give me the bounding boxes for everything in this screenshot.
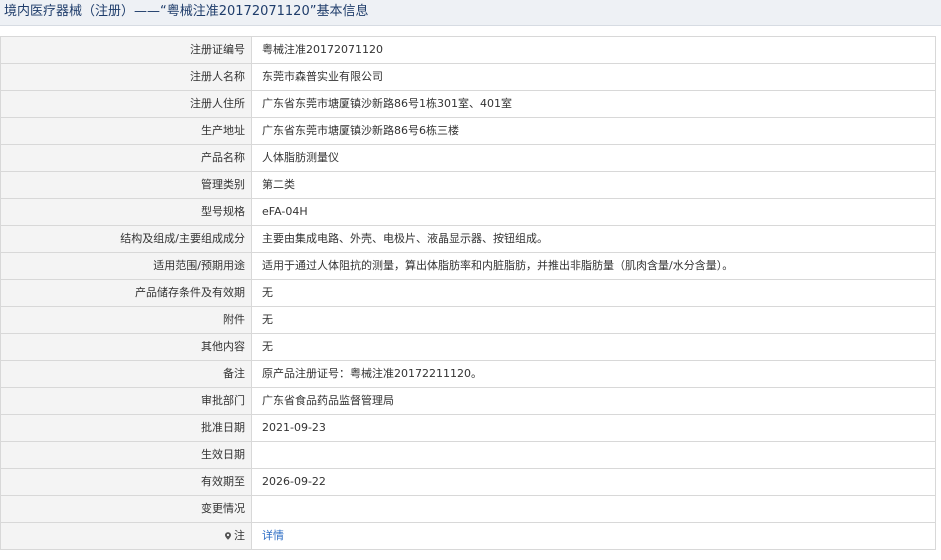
details-link[interactable]: 详情 bbox=[262, 529, 284, 542]
row-value-management-category: 第二类 bbox=[251, 171, 936, 199]
row-label-registration-number: 注册证编号 bbox=[0, 36, 252, 64]
row-label-approval-department: 审批部门 bbox=[0, 387, 252, 415]
page-title: 境内医疗器械（注册）——“粤械注准20172071120”基本信息 bbox=[0, 0, 941, 26]
row-value-product-name: 人体脂肪测量仪 bbox=[251, 144, 936, 172]
table-row: 注册人名称 东莞市森普实业有限公司 bbox=[0, 63, 936, 91]
row-value-storage-validity: 无 bbox=[251, 279, 936, 307]
table-row: 生产地址 广东省东莞市塘厦镇沙新路86号6栋三楼 bbox=[0, 117, 936, 145]
row-label-registrant-name: 注册人名称 bbox=[0, 63, 252, 91]
row-value-intended-use: 适用于通过人体阻抗的测量，算出体脂肪率和内脏脂肪，并推出非脂肪量（肌肉含量/水分… bbox=[251, 252, 936, 280]
table-row: 变更情况 bbox=[0, 495, 936, 523]
row-value-note: 详情 bbox=[251, 522, 936, 550]
table-row-note: 注 详情 bbox=[0, 522, 936, 550]
table-row: 审批部门 广东省食品药品监督管理局 bbox=[0, 387, 936, 415]
row-value-registration-number: 粤械注准20172071120 bbox=[251, 36, 936, 64]
row-label-intended-use: 适用范围/预期用途 bbox=[0, 252, 252, 280]
info-table-container: 注册证编号 粤械注准20172071120 注册人名称 东莞市森普实业有限公司 … bbox=[0, 36, 941, 552]
table-row: 生效日期 bbox=[0, 441, 936, 469]
location-pin-icon bbox=[224, 532, 232, 540]
row-value-effective-date bbox=[251, 441, 936, 469]
row-value-attachments: 无 bbox=[251, 306, 936, 334]
note-label-text: 注 bbox=[234, 529, 245, 542]
row-label-storage-validity: 产品储存条件及有效期 bbox=[0, 279, 252, 307]
row-value-production-address: 广东省东莞市塘厦镇沙新路86号6栋三楼 bbox=[251, 117, 936, 145]
row-label-attachments: 附件 bbox=[0, 306, 252, 334]
row-value-approval-date: 2021-09-23 bbox=[251, 414, 936, 442]
row-value-other-content: 无 bbox=[251, 333, 936, 361]
table-row: 批准日期 2021-09-23 bbox=[0, 414, 936, 442]
table-row: 结构及组成/主要组成成分 主要由集成电路、外壳、电极片、液晶显示器、按钮组成。 bbox=[0, 225, 936, 253]
table-row: 附件 无 bbox=[0, 306, 936, 334]
row-value-approval-department: 广东省食品药品监督管理局 bbox=[251, 387, 936, 415]
row-label-management-category: 管理类别 bbox=[0, 171, 252, 199]
row-label-change-status: 变更情况 bbox=[0, 495, 252, 523]
row-label-production-address: 生产地址 bbox=[0, 117, 252, 145]
table-row: 有效期至 2026-09-22 bbox=[0, 468, 936, 496]
row-value-model-spec: eFA-04H bbox=[251, 198, 936, 226]
table-row: 注册证编号 粤械注准20172071120 bbox=[0, 36, 936, 64]
row-value-change-status bbox=[251, 495, 936, 523]
info-table: 注册证编号 粤械注准20172071120 注册人名称 东莞市森普实业有限公司 … bbox=[0, 36, 936, 550]
info-table-body: 注册证编号 粤械注准20172071120 注册人名称 东莞市森普实业有限公司 … bbox=[0, 36, 936, 550]
table-row: 型号规格 eFA-04H bbox=[0, 198, 936, 226]
row-label-product-name: 产品名称 bbox=[0, 144, 252, 172]
table-row: 产品储存条件及有效期 无 bbox=[0, 279, 936, 307]
table-row: 产品名称 人体脂肪测量仪 bbox=[0, 144, 936, 172]
row-value-registrant-address: 广东省东莞市塘厦镇沙新路86号1栋301室、401室 bbox=[251, 90, 936, 118]
table-row: 注册人住所 广东省东莞市塘厦镇沙新路86号1栋301室、401室 bbox=[0, 90, 936, 118]
table-row: 管理类别 第二类 bbox=[0, 171, 936, 199]
table-row: 其他内容 无 bbox=[0, 333, 936, 361]
table-row: 适用范围/预期用途 适用于通过人体阻抗的测量，算出体脂肪率和内脏脂肪，并推出非脂… bbox=[0, 252, 936, 280]
row-value-remarks: 原产品注册证号：粤械注准20172211120。 bbox=[251, 360, 936, 388]
row-value-structure: 主要由集成电路、外壳、电极片、液晶显示器、按钮组成。 bbox=[251, 225, 936, 253]
row-label-registrant-address: 注册人住所 bbox=[0, 90, 252, 118]
row-label-model-spec: 型号规格 bbox=[0, 198, 252, 226]
row-label-approval-date: 批准日期 bbox=[0, 414, 252, 442]
row-label-valid-until: 有效期至 bbox=[0, 468, 252, 496]
row-label-effective-date: 生效日期 bbox=[0, 441, 252, 469]
row-label-remarks: 备注 bbox=[0, 360, 252, 388]
row-value-valid-until: 2026-09-22 bbox=[251, 468, 936, 496]
table-row: 备注 原产品注册证号：粤械注准20172211120。 bbox=[0, 360, 936, 388]
row-label-structure: 结构及组成/主要组成成分 bbox=[0, 225, 252, 253]
row-label-other-content: 其他内容 bbox=[0, 333, 252, 361]
row-value-registrant-name: 东莞市森普实业有限公司 bbox=[251, 63, 936, 91]
row-label-note: 注 bbox=[0, 522, 252, 550]
